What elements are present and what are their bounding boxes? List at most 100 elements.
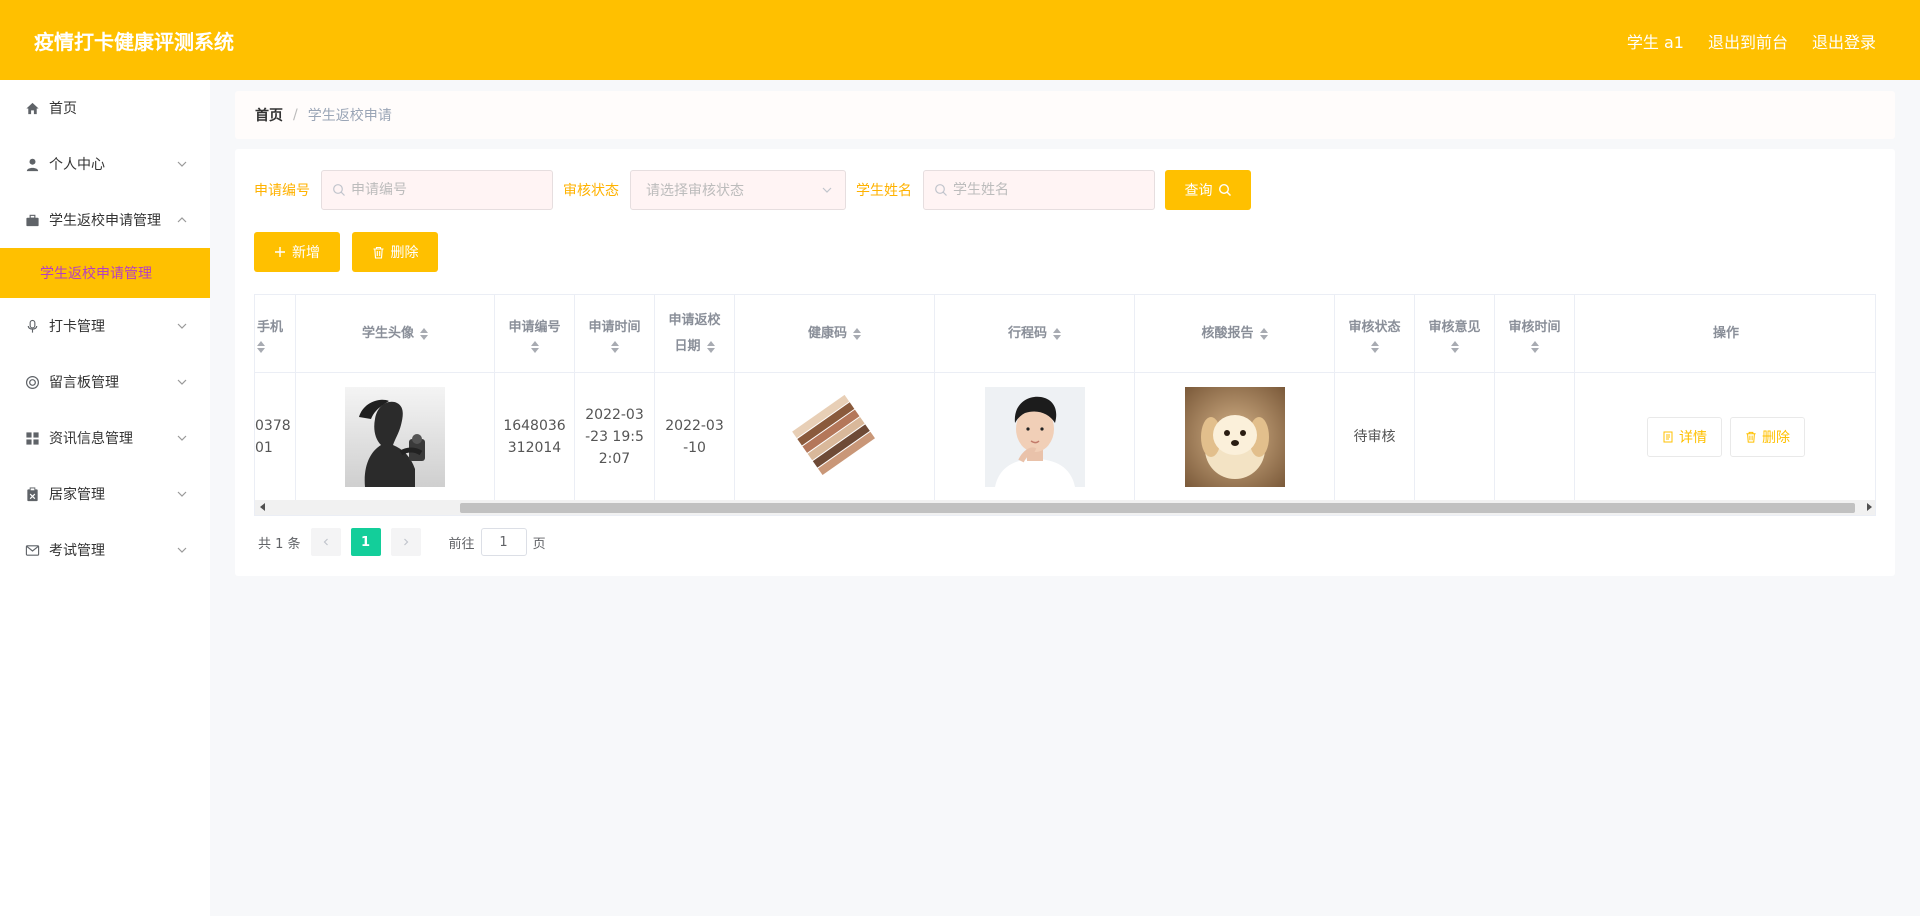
scroll-left-icon[interactable] (260, 503, 265, 511)
microphone-icon (24, 318, 40, 334)
col-phone[interactable]: 手机 (255, 295, 296, 372)
sidebar-item-news[interactable]: 资讯信息管理 (0, 410, 210, 466)
logout-link[interactable]: 退出登录 (1812, 29, 1876, 53)
search-bar: 申请编号 审核状态 请选择审核状态 学生姓名 查询 (254, 170, 1251, 210)
row-delete-button[interactable]: 删除 (1730, 416, 1805, 457)
col-apply-time[interactable]: 申请时间 (575, 295, 655, 372)
table-header: 手机 学生头像 申请编号 申请时间 申请返校 日期 健康码 行程码 核酸报告 审… (255, 295, 1875, 373)
col-review-time-label: 审核时间 (1508, 319, 1561, 335)
sort-icon[interactable] (853, 327, 861, 340)
trip-code-image[interactable] (984, 386, 1085, 487)
sort-icon[interactable] (1530, 340, 1539, 353)
back-to-front-link[interactable]: 退出到前台 (1708, 29, 1788, 53)
cell-apply-time-line3: 2:07 (598, 450, 631, 467)
sort-icon[interactable] (530, 340, 539, 353)
goto-prefix: 前往 (448, 536, 475, 552)
sort-icon[interactable] (1370, 340, 1379, 353)
lifebuoy-icon (24, 374, 40, 390)
sort-icon[interactable] (610, 340, 619, 353)
col-opinion[interactable]: 审核意见 (1415, 295, 1495, 372)
status-text: 待审核 (1353, 428, 1396, 445)
col-trip-code-label: 行程码 (1007, 325, 1047, 341)
sort-icon[interactable] (257, 340, 265, 353)
apply-no-label: 申请编号 (254, 183, 310, 199)
col-operations-label: 操作 (1712, 325, 1739, 341)
sort-icon[interactable] (1053, 327, 1061, 340)
mail-icon (24, 542, 40, 558)
prev-page-button[interactable] (310, 528, 341, 556)
cell-apply-time-line1: 2022-03 (585, 406, 644, 423)
student-name-label: 学生姓名 (856, 183, 912, 199)
chevron-down-icon (177, 491, 187, 497)
sidebar-item-home-quarantine[interactable]: 居家管理 (0, 466, 210, 522)
delete-button[interactable]: 删除 (352, 232, 438, 272)
detail-button[interactable]: 详情 (1647, 416, 1722, 457)
student-name-field (923, 170, 1155, 210)
status-select[interactable]: 请选择审核状态 (630, 170, 846, 210)
student-avatar-image[interactable] (345, 386, 445, 487)
chevron-left-icon (323, 538, 328, 546)
horizontal-scrollbar[interactable] (255, 500, 1875, 515)
col-status-label: 审核状态 (1348, 319, 1401, 335)
query-button-label: 查询 (1184, 183, 1213, 199)
cell-phone-line1: 0378 (255, 417, 291, 434)
scroll-right-icon[interactable] (1867, 503, 1872, 511)
sort-icon[interactable] (1450, 340, 1459, 353)
breadcrumb-home[interactable]: 首页 (255, 105, 283, 125)
sidebar-item-messages[interactable]: 留言板管理 (0, 354, 210, 410)
sidebar-item-label: 资讯信息管理 (49, 431, 133, 447)
briefcase-icon (24, 212, 40, 228)
search-icon (935, 184, 947, 196)
sort-icon[interactable] (420, 327, 428, 340)
sidebar-item-label: 居家管理 (49, 487, 105, 503)
cell-nucleic-report (1135, 373, 1335, 500)
col-apply-time-label: 申请时间 (588, 319, 641, 335)
cell-apply-no: 1648036 312014 (495, 373, 575, 500)
apply-table: 手机 学生头像 申请编号 申请时间 申请返校 日期 健康码 行程码 核酸报告 审… (254, 294, 1876, 516)
col-status[interactable]: 审核状态 (1335, 295, 1415, 372)
detail-button-label: 详情 (1679, 429, 1707, 446)
col-trip-code[interactable]: 行程码 (935, 295, 1135, 372)
col-apply-no[interactable]: 申请编号 (495, 295, 575, 372)
action-toolbar: 新增 删除 (254, 232, 438, 272)
col-nucleic-report[interactable]: 核酸报告 (1135, 295, 1335, 372)
pagination: 共 1 条 1 前往 页 (258, 528, 546, 556)
sidebar-item-home[interactable]: 首页 (0, 80, 210, 136)
add-button[interactable]: 新增 (254, 232, 340, 272)
cell-return-date-line2: -10 (683, 439, 706, 456)
sidebar-item-return-apply[interactable]: 学生返校申请管理 (0, 192, 210, 248)
nucleic-report-image[interactable] (1184, 386, 1285, 487)
health-code-image[interactable] (784, 386, 885, 487)
sidebar-item-profile[interactable]: 个人中心 (0, 136, 210, 192)
cell-status: 待审核 (1335, 373, 1415, 500)
col-health-code[interactable]: 健康码 (735, 295, 935, 372)
cell-return-date-line1: 2022-03 (665, 417, 724, 434)
document-icon (1663, 431, 1673, 442)
col-return-date-label-2: 日期 (674, 338, 701, 354)
col-health-code-label: 健康码 (807, 325, 847, 341)
chevron-down-icon (177, 161, 187, 167)
col-return-date[interactable]: 申请返校 日期 (655, 295, 735, 372)
sidebar-item-checkin[interactable]: 打卡管理 (0, 298, 210, 354)
sidebar-item-label: 留言板管理 (49, 375, 119, 391)
scrollbar-thumb[interactable] (460, 503, 1855, 513)
sort-icon[interactable] (1259, 327, 1268, 340)
sort-icon[interactable] (706, 340, 715, 353)
sidebar-item-label: 学生返校申请管理 (49, 213, 161, 229)
goto-page-input[interactable] (480, 528, 527, 556)
apply-no-input[interactable] (351, 182, 531, 198)
col-review-time[interactable]: 审核时间 (1495, 295, 1575, 372)
col-apply-no-label: 申请编号 (508, 319, 561, 335)
col-opinion-label: 审核意见 (1428, 319, 1481, 335)
current-user[interactable]: 学生 a1 (1627, 29, 1684, 53)
query-button[interactable]: 查询 (1165, 170, 1251, 210)
col-avatar[interactable]: 学生头像 (296, 295, 495, 372)
next-page-button[interactable] (390, 528, 421, 556)
cell-review-time (1495, 373, 1575, 500)
student-name-input[interactable] (953, 182, 1133, 198)
page-number-button[interactable]: 1 (350, 528, 381, 556)
sidebar-item-exam[interactable]: 考试管理 (0, 522, 210, 578)
sidebar-item-label: 首页 (49, 101, 77, 117)
cell-phone-line2: 01 (255, 439, 273, 456)
sidebar-subitem-return-apply[interactable]: 学生返校申请管理 (0, 248, 210, 298)
